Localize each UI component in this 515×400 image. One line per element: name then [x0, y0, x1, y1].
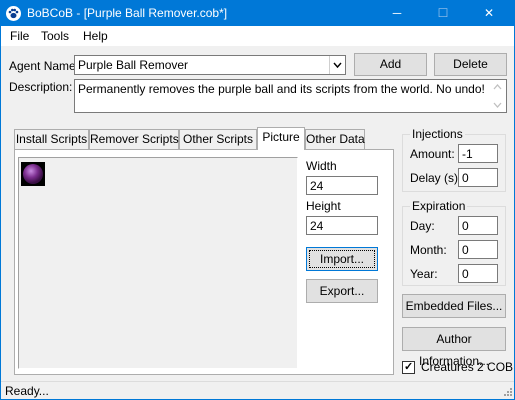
- agent-name-value: Purple Ball Remover: [78, 58, 189, 72]
- year-field[interactable]: 0: [458, 264, 498, 283]
- tab-label: Picture: [262, 130, 300, 144]
- chevron-down-icon: [333, 62, 342, 69]
- description-label: Description:: [9, 80, 73, 94]
- paw-icon: [6, 6, 21, 21]
- minimize-button[interactable]: ─: [374, 1, 420, 26]
- export-button-label: Export...: [319, 284, 365, 298]
- agent-name-label: Agent Name:: [9, 59, 80, 73]
- maximize-icon: ☐: [437, 6, 449, 20]
- menu-file[interactable]: File: [10, 29, 29, 43]
- width-label: Width: [306, 159, 337, 173]
- menu-help[interactable]: Help: [83, 29, 108, 43]
- tab-label: Remover Scripts: [90, 132, 179, 146]
- creatures2-cob-checkbox[interactable]: ✓: [402, 361, 415, 374]
- menu-tools[interactable]: Tools: [41, 29, 69, 43]
- status-bar: Ready...: [1, 381, 514, 399]
- delay-label: Delay (s):: [410, 171, 462, 185]
- import-button[interactable]: Import...: [306, 247, 378, 271]
- height-label: Height: [306, 199, 341, 213]
- delay-field[interactable]: 0: [458, 168, 498, 187]
- month-value: 0: [462, 243, 469, 257]
- resize-grip-icon[interactable]: [501, 387, 513, 399]
- maximize-button[interactable]: ☐: [420, 1, 466, 26]
- agent-name-combo[interactable]: Purple Ball Remover: [74, 55, 346, 75]
- arrow-down-icon[interactable]: [489, 98, 506, 112]
- author-information-button[interactable]: Author Information...: [402, 327, 506, 368]
- close-button[interactable]: ✕: [466, 1, 512, 26]
- embedded-files-button[interactable]: Embedded Files...: [402, 294, 506, 318]
- width-field[interactable]: 24: [306, 176, 378, 195]
- tab-picture[interactable]: Picture: [257, 127, 305, 150]
- description-scrollbar[interactable]: [489, 80, 506, 112]
- day-label: Day:: [410, 219, 435, 233]
- description-textarea[interactable]: Permanently removes the purple ball and …: [74, 79, 507, 113]
- window-title: BoBCoB - [Purple Ball Remover.cob*]: [27, 6, 228, 20]
- tab-label: Install Scripts: [15, 132, 88, 146]
- tab-other-scripts[interactable]: Other Scripts: [179, 129, 257, 149]
- day-value: 0: [462, 219, 469, 233]
- add-button-label: Add: [379, 57, 402, 71]
- expiration-title: Expiration: [410, 199, 468, 213]
- tab-other-data[interactable]: Other Data: [305, 129, 365, 149]
- main-window: BoBCoB - [Purple Ball Remover.cob*] ─ ☐ …: [0, 0, 515, 400]
- amount-value: -1: [462, 147, 473, 161]
- height-value: 24: [310, 219, 324, 233]
- injections-title: Injections: [410, 127, 465, 141]
- title-bar[interactable]: BoBCoB - [Purple Ball Remover.cob*] ─ ☐ …: [1, 1, 514, 26]
- add-button[interactable]: Add: [354, 53, 427, 76]
- creatures2-cob-label: Creatures 2 COB: [421, 360, 514, 374]
- amount-label: Amount:: [410, 147, 455, 161]
- description-value: Permanently removes the purple ball and …: [78, 82, 485, 96]
- export-button[interactable]: Export...: [306, 279, 378, 303]
- delete-button-label: Delete: [453, 57, 488, 71]
- purple-ball-image: [21, 162, 45, 186]
- amount-field[interactable]: -1: [458, 144, 498, 163]
- year-value: 0: [462, 267, 469, 281]
- tab-remover-scripts[interactable]: Remover Scripts: [89, 129, 179, 149]
- status-text: Ready...: [5, 384, 49, 398]
- tab-label: Other Scripts: [182, 132, 254, 146]
- month-field[interactable]: 0: [458, 240, 498, 259]
- delay-value: 0: [462, 171, 469, 185]
- tab-label: Other Data: [306, 132, 365, 146]
- minimize-icon: ─: [392, 6, 402, 20]
- height-field[interactable]: 24: [306, 216, 378, 235]
- year-label: Year:: [410, 267, 438, 281]
- checkmark-icon: ✓: [404, 361, 414, 373]
- focus-rectangle: [309, 250, 375, 268]
- combo-dropdown-button[interactable]: [329, 56, 345, 74]
- day-field[interactable]: 0: [458, 216, 498, 235]
- arrow-up-icon[interactable]: [489, 80, 506, 94]
- width-value: 24: [310, 179, 324, 193]
- picture-preview: [18, 157, 298, 369]
- menu-bar: File Tools Help: [1, 26, 514, 46]
- embedded-files-label: Embedded Files...: [405, 299, 503, 313]
- tab-install-scripts[interactable]: Install Scripts: [14, 129, 89, 149]
- month-label: Month:: [410, 243, 447, 257]
- close-icon: ✕: [483, 6, 495, 20]
- delete-button[interactable]: Delete: [434, 53, 507, 76]
